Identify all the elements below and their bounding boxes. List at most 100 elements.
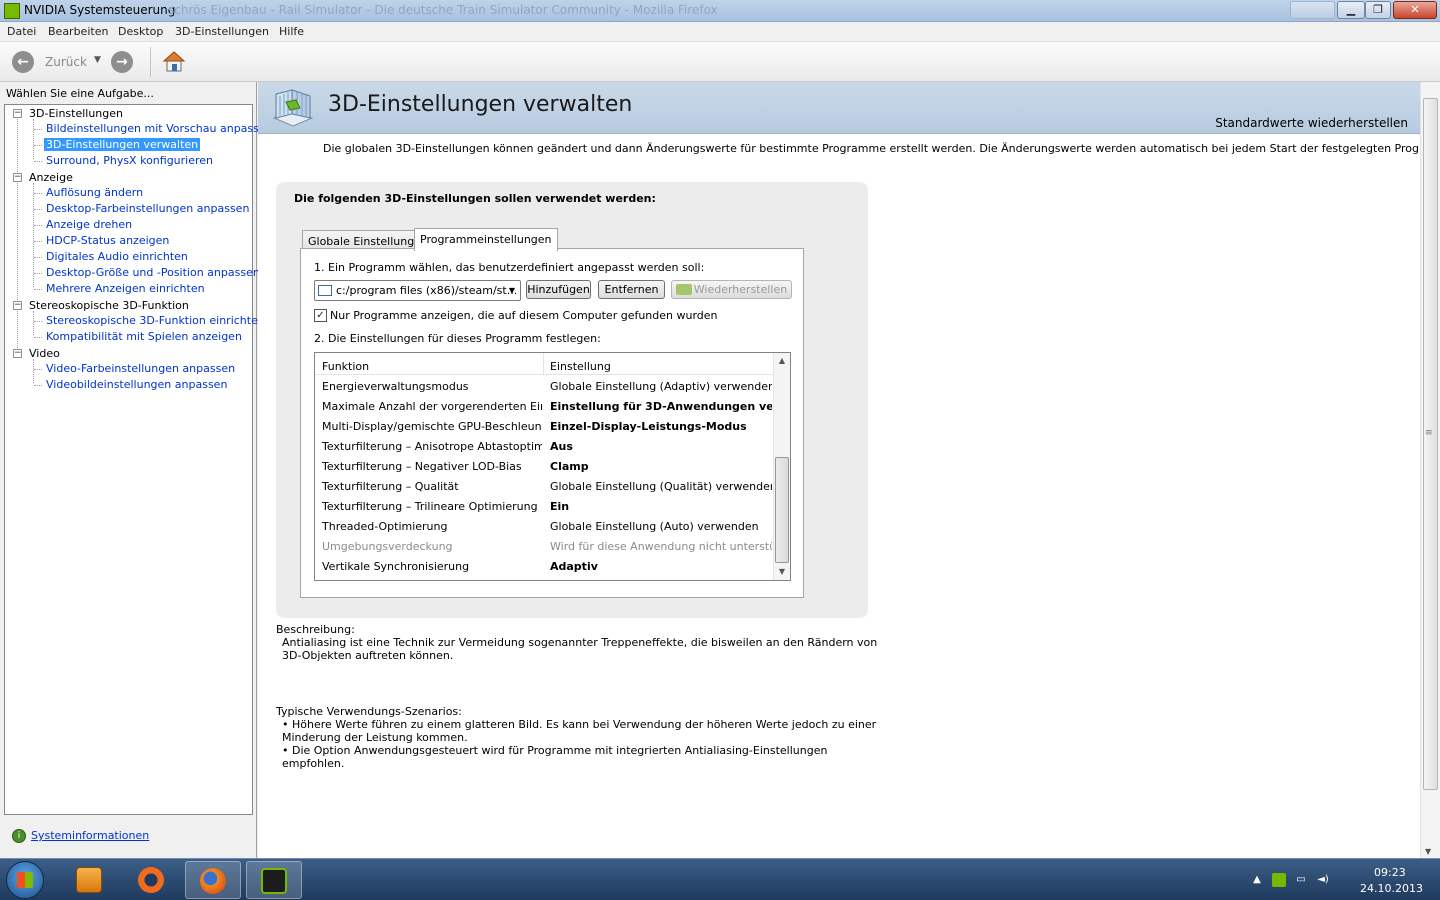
main-content-panel: 3D-Einstellungen verwalten Standardwerte… (258, 82, 1440, 858)
page-title: 3D-Einstellungen verwalten (328, 92, 633, 117)
step2-label: 2. Die Einstellungen für dieses Programm… (314, 332, 601, 345)
start-button[interactable] (6, 861, 44, 899)
expander-stereoskopisch[interactable]: − (13, 301, 22, 310)
system-info-link[interactable]: Systeminformationen (31, 829, 149, 842)
tree-category-stereoskopisch[interactable]: Stereoskopische 3D-Funktion (29, 299, 189, 312)
row-setting: Aus (550, 440, 573, 453)
background-window-title: schrös Eigenbau - Rail Simulator - Die d… (168, 3, 718, 17)
expander-anzeige[interactable]: − (13, 173, 22, 182)
maximize-button[interactable]: ❐ (1365, 1, 1391, 19)
title-bar: NVIDIA Systemsteuerung schrös Eigenbau -… (0, 0, 1440, 22)
tab-programmeinstellungen[interactable]: Programmeinstellungen (414, 228, 558, 251)
volume-icon[interactable]: ◄) (1316, 873, 1330, 887)
tree-item-kompatibilitaet-spiele[interactable]: Kompatibilität mit Spielen anzeigen (46, 330, 242, 343)
table-scrollbar[interactable]: ▲ ▼ (773, 353, 790, 580)
chevron-down-icon: ▼ (508, 286, 515, 295)
table-row[interactable]: Texturfilterung – Anisotrope Abtastoptim… (315, 437, 774, 457)
taskbar-origin[interactable] (124, 861, 180, 899)
remove-program-button[interactable]: Entfernen (598, 280, 665, 299)
menu-datei[interactable]: Datei (7, 25, 36, 38)
settings-table: Funktion Einstellung Energieverwaltungsm… (314, 352, 791, 581)
table-row[interactable]: Texturfilterung – Trilineare Optimierung… (315, 497, 774, 517)
scroll-down-icon[interactable]: ▼ (1425, 847, 1431, 856)
tree-item-desktop-groesse[interactable]: Desktop-Größe und -Position anpassen (46, 266, 260, 279)
menu-bearbeiten[interactable]: Bearbeiten (48, 25, 108, 38)
scroll-thumb[interactable] (775, 457, 789, 563)
step1-label: 1. Ein Programm wählen, das benutzerdefi… (314, 261, 705, 274)
expander-video[interactable]: − (13, 349, 22, 358)
home-icon[interactable] (162, 50, 186, 74)
table-row[interactable]: Multi-Display/gemischte GPU-Beschleunigu… (315, 417, 774, 437)
tree-item-anzeige-drehen[interactable]: Anzeige drehen (46, 218, 132, 231)
row-setting: Adaptiv (550, 560, 598, 573)
history-dropdown-icon[interactable]: ▼ (94, 55, 101, 65)
tree-item-desktop-farbeinstellungen[interactable]: Desktop-Farbeinstellungen anpassen (46, 202, 249, 215)
table-row[interactable]: Maximale Anzahl der vorgerenderten Einz.… (315, 397, 774, 417)
tree-category-video[interactable]: Video (29, 347, 60, 360)
program-select[interactable]: c:/program files (x86)/steam/st... ▼ (314, 280, 521, 301)
menu-desktop[interactable]: Desktop (118, 25, 163, 38)
expander-3d-einstellungen[interactable]: − (13, 109, 22, 118)
page-header: 3D-Einstellungen verwalten Standardwerte… (258, 82, 1420, 134)
scroll-down-icon[interactable]: ▼ (774, 564, 790, 580)
clock-date[interactable]: 24.10.2013 (1360, 882, 1423, 895)
table-header: Funktion Einstellung (315, 353, 774, 375)
taskbar-nvidia-control-panel[interactable] (246, 861, 302, 899)
restore-program-button[interactable]: Wiederherstellen (671, 280, 792, 299)
column-header-funktion[interactable]: Funktion (322, 360, 369, 373)
row-function: Texturfilterung – Negativer LOD-Bias (322, 460, 522, 473)
scroll-grip-icon: ≡ (1425, 428, 1433, 438)
nvidia-app-icon (4, 3, 20, 19)
tree-item-mehrere-anzeigen[interactable]: Mehrere Anzeigen einrichten (46, 282, 205, 295)
main-scroll-thumb[interactable] (1423, 98, 1438, 790)
add-program-button[interactable]: Hinzufügen (526, 280, 591, 299)
description-text: Antialiasing ist eine Technik zur Vermei… (282, 636, 878, 662)
tree-item-3d-einstellungen-verwalten[interactable]: 3D-Einstellungen verwalten (44, 138, 201, 151)
scroll-up-icon[interactable]: ▲ (774, 353, 790, 369)
taskbar-firefox[interactable] (185, 861, 241, 899)
close-button[interactable]: ✕ (1393, 1, 1437, 19)
menu-hilfe[interactable]: Hilfe (279, 25, 304, 38)
show-found-programs-checkbox[interactable]: ✓ (314, 309, 327, 322)
3d-settings-icon (272, 89, 314, 127)
task-navigation-panel: Wählen Sie eine Aufgabe... − 3D-Einstell… (0, 82, 273, 858)
column-header-einstellung[interactable]: Einstellung (550, 360, 611, 373)
show-found-programs-label[interactable]: Nur Programme anzeigen, die auf diesem C… (330, 309, 718, 322)
tree-item-bildeinstellungen[interactable]: Bildeinstellungen mit Vorschau anpassen (46, 122, 273, 135)
back-label[interactable]: Zurück (45, 55, 87, 69)
row-function: Energieverwaltungsmodus (322, 380, 469, 393)
nvidia-icon (261, 868, 287, 894)
taskbar-media-player[interactable] (62, 861, 118, 899)
clock-time[interactable]: 09:23 (1374, 866, 1406, 879)
table-row: Umgebungsverdeckung Wird für diese Anwen… (315, 537, 774, 557)
nvidia-tray-icon[interactable] (1272, 873, 1286, 887)
tree-item-aufloesung[interactable]: Auflösung ändern (46, 186, 143, 199)
table-row[interactable]: Energieverwaltungsmodus Globale Einstell… (315, 377, 774, 397)
tree-category-anzeige[interactable]: Anzeige (29, 171, 73, 184)
forward-arrow-icon[interactable]: → (111, 51, 133, 73)
network-icon[interactable]: ▭ (1294, 873, 1308, 887)
toolbar: ← Zurück ▼ → (0, 42, 1440, 82)
tree-item-surround-physx[interactable]: Surround, PhysX konfigurieren (46, 154, 213, 167)
tree-item-hdcp-status[interactable]: HDCP-Status anzeigen (46, 234, 169, 247)
program-select-value: c:/program files (x86)/steam/st... (336, 284, 518, 297)
restore-defaults-link[interactable]: Standardwerte wiederherstellen (1215, 116, 1408, 130)
row-setting: Ein (550, 500, 570, 513)
tree-category-3d-einstellungen[interactable]: 3D-Einstellungen (29, 107, 123, 120)
tree-item-videobildeinstellungen[interactable]: Videobildeinstellungen anpassen (46, 378, 227, 391)
main-scrollbar[interactable]: ≡ ▼ (1420, 82, 1440, 858)
minimize-button[interactable]: ▁ (1337, 1, 1365, 19)
task-tree: − 3D-Einstellungen Bildeinstellungen mit… (4, 104, 273, 815)
menu-3d-einstellungen[interactable]: 3D-Einstellungen (175, 25, 269, 38)
table-row[interactable]: Vertikale Synchronisierung Adaptiv (315, 557, 774, 577)
tree-item-digitales-audio[interactable]: Digitales Audio einrichten (46, 250, 188, 263)
tree-item-video-farbeinstellungen[interactable]: Video-Farbeinstellungen anpassen (46, 362, 235, 375)
back-arrow-icon[interactable]: ← (12, 51, 34, 73)
row-function: Multi-Display/gemischte GPU-Beschleunigu… (322, 420, 542, 433)
show-hidden-icons-icon[interactable]: ▲ (1250, 873, 1264, 887)
table-row[interactable]: Texturfilterung – Qualität Globale Einst… (315, 477, 774, 497)
tree-item-stereo-einrichten[interactable]: Stereoskopische 3D-Funktion einrichten (46, 314, 265, 327)
table-row[interactable]: Threaded-Optimierung Globale Einstellung… (315, 517, 774, 537)
table-row[interactable]: Texturfilterung – Negativer LOD-Bias Cla… (315, 457, 774, 477)
row-setting: Globale Einstellung (Adaptiv) verwenden (550, 380, 772, 393)
